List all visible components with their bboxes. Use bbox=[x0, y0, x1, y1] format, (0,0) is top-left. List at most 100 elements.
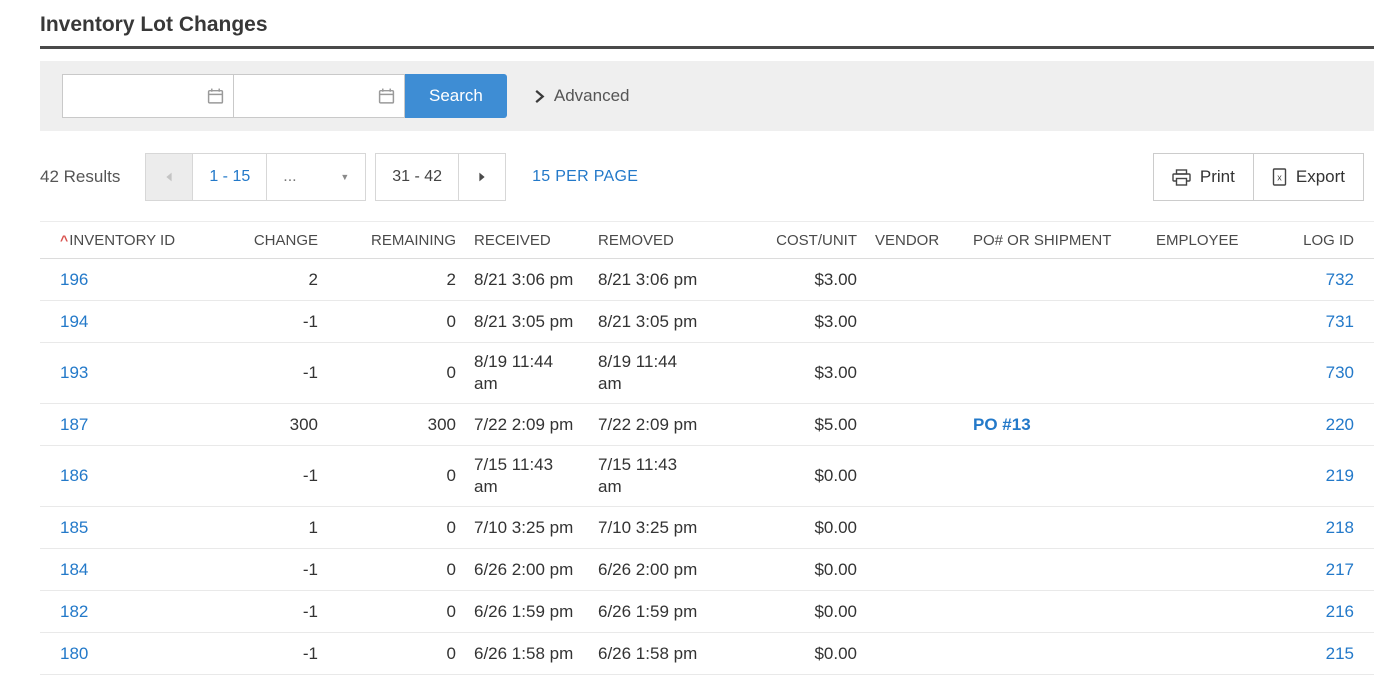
remaining-cell: 0 bbox=[336, 362, 456, 384]
cost-unit-cell: $0.00 bbox=[722, 559, 857, 581]
page-title: Inventory Lot Changes bbox=[40, 13, 1374, 37]
last-page-range-button[interactable]: 31 - 42 bbox=[375, 153, 459, 201]
col-header-cost-unit[interactable]: COST/UNIT bbox=[722, 232, 857, 249]
pagination-group-end: 31 - 42 bbox=[376, 153, 506, 201]
cost-unit-cell: $3.00 bbox=[722, 362, 857, 384]
log-id-link[interactable]: 731 bbox=[1269, 311, 1354, 333]
chevron-left-icon bbox=[162, 169, 176, 185]
advanced-toggle[interactable]: Advanced bbox=[533, 86, 630, 106]
received-cell: 6/26 1:59 pm bbox=[474, 601, 580, 623]
change-cell: -1 bbox=[228, 559, 318, 581]
page-select-dropdown[interactable]: ... ▼ bbox=[266, 153, 366, 201]
inventory-id-link[interactable]: 184 bbox=[60, 559, 210, 581]
sort-ascending-icon: ^ bbox=[60, 232, 68, 248]
table-row: 193 -1 0 8/19 11:44 am 8/19 11:44 am $3.… bbox=[40, 343, 1374, 404]
removed-cell: 8/21 3:06 pm bbox=[598, 269, 704, 291]
change-cell: -1 bbox=[228, 465, 318, 487]
log-id-link[interactable]: 215 bbox=[1269, 643, 1354, 665]
calendar-icon[interactable] bbox=[207, 88, 224, 105]
inventory-id-link[interactable]: 196 bbox=[60, 269, 210, 291]
remaining-cell: 300 bbox=[336, 414, 456, 436]
date-range-group: Search bbox=[62, 74, 507, 118]
page-header: Inventory Lot Changes bbox=[40, 0, 1374, 49]
col-header-vendor[interactable]: VENDOR bbox=[875, 232, 955, 249]
inventory-id-link[interactable]: 187 bbox=[60, 414, 210, 436]
chevron-right-icon bbox=[475, 169, 489, 185]
date-to-field bbox=[233, 74, 405, 118]
col-header-inventory-id[interactable]: ^ INVENTORY ID bbox=[60, 232, 210, 249]
table-row: 196 2 2 8/21 3:06 pm 8/21 3:06 pm $3.00 … bbox=[40, 259, 1374, 301]
cost-unit-cell: $0.00 bbox=[722, 601, 857, 623]
table-row: 182 -1 0 6/26 1:59 pm 6/26 1:59 pm $0.00… bbox=[40, 591, 1374, 633]
remaining-cell: 0 bbox=[336, 311, 456, 333]
table-row: 185 1 0 7/10 3:25 pm 7/10 3:25 pm $0.00 … bbox=[40, 507, 1374, 549]
received-cell: 7/10 3:25 pm bbox=[474, 517, 580, 539]
received-cell: 6/26 1:58 pm bbox=[474, 643, 580, 665]
log-id-link[interactable]: 216 bbox=[1269, 601, 1354, 623]
col-header-remaining[interactable]: REMAINING bbox=[336, 232, 456, 249]
calendar-icon[interactable] bbox=[378, 88, 395, 105]
remaining-cell: 2 bbox=[336, 269, 456, 291]
inventory-id-link[interactable]: 182 bbox=[60, 601, 210, 623]
remaining-cell: 0 bbox=[336, 643, 456, 665]
col-header-received[interactable]: RECEIVED bbox=[474, 232, 580, 249]
table-row: 187 300 300 7/22 2:09 pm 7/22 2:09 pm $5… bbox=[40, 404, 1374, 446]
inventory-lot-changes-table: ^ INVENTORY ID CHANGE REMAINING RECEIVED… bbox=[40, 221, 1374, 675]
change-cell: 1 bbox=[228, 517, 318, 539]
export-button[interactable]: x Export bbox=[1253, 153, 1364, 201]
table-row: 180 -1 0 6/26 1:58 pm 6/26 1:58 pm $0.00… bbox=[40, 633, 1374, 675]
po-shipment-link[interactable]: PO #13 bbox=[973, 414, 1138, 436]
printer-icon bbox=[1172, 169, 1191, 186]
cost-unit-cell: $5.00 bbox=[722, 414, 857, 436]
inventory-id-link[interactable]: 186 bbox=[60, 465, 210, 487]
log-id-link[interactable]: 218 bbox=[1269, 517, 1354, 539]
received-cell: 8/21 3:05 pm bbox=[474, 311, 580, 333]
per-page-link[interactable]: 15 PER PAGE bbox=[532, 168, 638, 186]
print-button[interactable]: Print bbox=[1153, 153, 1254, 201]
inventory-id-link[interactable]: 185 bbox=[60, 517, 210, 539]
table-row: 194 -1 0 8/21 3:05 pm 8/21 3:05 pm $3.00… bbox=[40, 301, 1374, 343]
export-spreadsheet-icon: x bbox=[1272, 168, 1287, 186]
prev-page-button[interactable] bbox=[145, 153, 193, 201]
log-id-link[interactable]: 220 bbox=[1269, 414, 1354, 436]
removed-cell: 7/15 11:43 am bbox=[598, 454, 704, 498]
col-header-employee[interactable]: EMPLOYEE bbox=[1156, 232, 1251, 249]
col-header-removed[interactable]: REMOVED bbox=[598, 232, 704, 249]
change-cell: 2 bbox=[228, 269, 318, 291]
col-header-change[interactable]: CHANGE bbox=[228, 232, 318, 249]
remaining-cell: 0 bbox=[336, 601, 456, 623]
col-header-po-or-shipment[interactable]: PO# OR SHIPMENT bbox=[973, 232, 1138, 249]
current-page-range-button[interactable]: 1 - 15 bbox=[192, 153, 267, 201]
table-header-row: ^ INVENTORY ID CHANGE REMAINING RECEIVED… bbox=[40, 221, 1374, 259]
received-cell: 7/15 11:43 am bbox=[474, 454, 580, 498]
search-button[interactable]: Search bbox=[405, 74, 507, 118]
inventory-id-link[interactable]: 194 bbox=[60, 311, 210, 333]
export-label: Export bbox=[1296, 167, 1345, 187]
log-id-link[interactable]: 217 bbox=[1269, 559, 1354, 581]
svg-text:x: x bbox=[1277, 173, 1282, 183]
results-count: 42 Results bbox=[40, 167, 120, 187]
change-cell: -1 bbox=[228, 311, 318, 333]
log-id-link[interactable]: 730 bbox=[1269, 362, 1354, 384]
col-header-log-id[interactable]: LOG ID bbox=[1269, 232, 1354, 249]
log-id-link[interactable]: 732 bbox=[1269, 269, 1354, 291]
change-cell: -1 bbox=[228, 643, 318, 665]
change-cell: -1 bbox=[228, 362, 318, 384]
table-row: 186 -1 0 7/15 11:43 am 7/15 11:43 am $0.… bbox=[40, 446, 1374, 507]
col-header-label: INVENTORY ID bbox=[69, 232, 175, 249]
log-id-link[interactable]: 219 bbox=[1269, 465, 1354, 487]
removed-cell: 7/22 2:09 pm bbox=[598, 414, 704, 436]
cost-unit-cell: $3.00 bbox=[722, 269, 857, 291]
removed-cell: 8/19 11:44 am bbox=[598, 351, 704, 395]
inventory-id-link[interactable]: 180 bbox=[60, 643, 210, 665]
received-cell: 8/19 11:44 am bbox=[474, 351, 580, 395]
remaining-cell: 0 bbox=[336, 559, 456, 581]
received-cell: 6/26 2:00 pm bbox=[474, 559, 580, 581]
table-row: 184 -1 0 6/26 2:00 pm 6/26 2:00 pm $0.00… bbox=[40, 549, 1374, 591]
next-page-button[interactable] bbox=[458, 153, 506, 201]
received-cell: 8/21 3:06 pm bbox=[474, 269, 580, 291]
inventory-id-link[interactable]: 193 bbox=[60, 362, 210, 384]
received-cell: 7/22 2:09 pm bbox=[474, 414, 580, 436]
remaining-cell: 0 bbox=[336, 517, 456, 539]
cost-unit-cell: $0.00 bbox=[722, 643, 857, 665]
